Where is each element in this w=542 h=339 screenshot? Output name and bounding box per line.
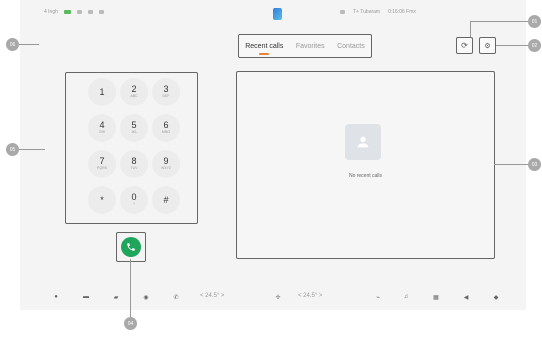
key-digit: # xyxy=(163,194,169,205)
callout-line xyxy=(470,21,471,37)
dial-key-6[interactable]: 6 MNO xyxy=(152,114,180,142)
app-logo-icon xyxy=(273,8,282,20)
car-rear-icon[interactable]: ▰ xyxy=(110,291,122,303)
car-front-icon[interactable]: ▬ xyxy=(80,291,92,303)
car-screen: 4 Ingh T+ Tubaram 0:16:06 Fmx Recent cal… xyxy=(20,0,526,310)
temp-left-value: 24.5° xyxy=(205,293,220,299)
tab-recent-calls[interactable]: Recent calls xyxy=(245,43,283,55)
music-icon[interactable]: ♫ xyxy=(400,291,412,303)
sync-button[interactable]: ⟳ xyxy=(456,37,473,54)
dial-key-4[interactable]: 4 GHI xyxy=(88,114,116,142)
temperature-right[interactable]: < 24.5° > xyxy=(298,293,322,299)
key-digit: 8 xyxy=(131,156,137,166)
car-icon xyxy=(98,10,104,14)
callout-badge-04: 04 xyxy=(124,317,137,330)
tab-favorites[interactable]: Favorites xyxy=(296,43,325,50)
wiper-icon[interactable]: ⌁ xyxy=(372,291,384,303)
key-letters: WXYZ xyxy=(160,166,172,170)
key-digit: 6 xyxy=(163,120,169,130)
speaker-icon[interactable]: ◀ xyxy=(460,291,472,303)
media-icon[interactable]: ◉ xyxy=(140,291,152,303)
key-letters: PQRS xyxy=(97,166,107,170)
callout-line xyxy=(130,259,131,317)
dial-key-9[interactable]: 9 WXYZ xyxy=(152,150,180,178)
key-digit: 0 xyxy=(131,192,137,202)
tab-bar: Recent calls Favorites Contacts xyxy=(238,34,372,58)
key-digit: 2 xyxy=(131,84,137,94)
call-button-frame xyxy=(116,232,146,262)
phone-icon xyxy=(127,243,135,251)
settings-icon: ⚙ xyxy=(484,42,491,50)
network-status: T+ Tubaram xyxy=(353,9,381,15)
key-digit: 9 xyxy=(163,156,169,166)
callout-line xyxy=(19,149,45,150)
dial-key-7[interactable]: 7 PQRS xyxy=(88,150,116,178)
key-digit: 1 xyxy=(99,86,105,97)
wifi-icon xyxy=(76,10,82,14)
mic-icon xyxy=(340,10,345,14)
signal-icon xyxy=(63,10,71,14)
fan-icon[interactable]: ✢ xyxy=(272,291,284,303)
temperature-left[interactable]: < 24.5° > xyxy=(200,293,224,299)
dial-key-1[interactable]: 1 xyxy=(88,78,116,106)
status-text: 4 Ingh xyxy=(44,9,58,15)
callout-line xyxy=(496,45,528,46)
callout-badge-03: 03 xyxy=(528,158,541,171)
volume-icon[interactable]: ◆ xyxy=(490,291,502,303)
dial-key-0[interactable]: 0 + xyxy=(120,186,148,214)
key-letters: MNO xyxy=(161,130,171,134)
person-icon xyxy=(357,136,369,148)
callout-line xyxy=(470,21,528,22)
callout-badge-06: 06 xyxy=(6,38,19,51)
dock: ● ▬ ▰ ◉ ✆ < 24.5° > ✢ < 24.5° > ⌁ ♫ ▦ ◀ … xyxy=(20,287,526,307)
phone-icon[interactable]: ✆ xyxy=(170,291,182,303)
tab-contacts[interactable]: Contacts xyxy=(337,43,365,50)
lock-icon xyxy=(87,10,93,14)
key-letters: GHI xyxy=(98,130,106,134)
callout-badge-02: 02 xyxy=(528,39,541,52)
key-digit: * xyxy=(100,194,104,205)
dial-key-star[interactable]: * xyxy=(88,186,116,214)
call-button[interactable] xyxy=(121,237,141,257)
settings-button[interactable]: ⚙ xyxy=(479,37,496,54)
temp-right-value: 24.5° xyxy=(303,293,318,299)
dial-key-5[interactable]: 5 JKL xyxy=(120,114,148,142)
apps-icon[interactable]: ▦ xyxy=(430,291,442,303)
dialpad: 1 2 ABC 3 DEF 4 GHI 5 JKL 6 MNO 7 PQRS 8… xyxy=(65,72,198,224)
time-status: 0:16:06 Fmx xyxy=(388,9,416,15)
key-letters: ABC xyxy=(130,94,138,98)
recent-calls-panel: No recent calls xyxy=(236,71,495,259)
callout-badge-01: 01 xyxy=(528,15,541,28)
key-letters: TUV xyxy=(130,166,138,170)
key-digit: 4 xyxy=(99,120,105,130)
callout-line xyxy=(494,164,528,165)
dial-key-hash[interactable]: # xyxy=(152,186,180,214)
key-letters: JKL xyxy=(130,130,138,134)
key-digit: 3 xyxy=(163,84,169,94)
dial-key-2[interactable]: 2 ABC xyxy=(120,78,148,106)
dial-key-3[interactable]: 3 DEF xyxy=(152,78,180,106)
car-icon[interactable]: ● xyxy=(50,291,62,303)
callout-line xyxy=(19,44,39,45)
status-bar: 4 Ingh T+ Tubaram 0:16:06 Fmx xyxy=(20,6,526,20)
empty-state-text: No recent calls xyxy=(348,173,383,179)
callout-badge-05: 05 xyxy=(6,143,19,156)
key-digit: 7 xyxy=(99,156,105,166)
dial-key-8[interactable]: 8 TUV xyxy=(120,150,148,178)
contact-placeholder-icon xyxy=(345,124,381,160)
key-letters: + xyxy=(132,202,136,206)
key-digit: 5 xyxy=(131,120,137,130)
key-letters: DEF xyxy=(162,94,170,98)
sync-icon: ⟳ xyxy=(461,41,468,50)
